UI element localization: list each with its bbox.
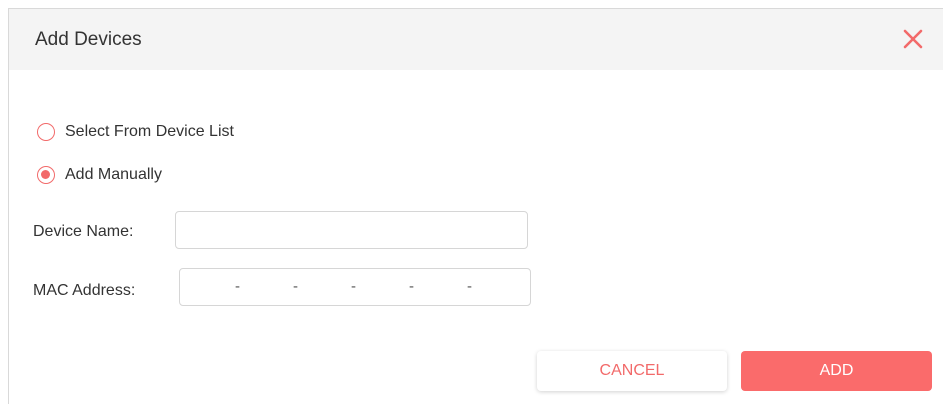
mac-separator: - xyxy=(235,278,240,295)
mac-separator: - xyxy=(467,278,472,295)
mac-separator: - xyxy=(293,278,298,295)
mac-segment-3[interactable] xyxy=(302,269,342,305)
radio-label-add-manually: Add Manually xyxy=(65,166,162,183)
mac-separator: - xyxy=(409,278,414,295)
device-name-label: Device Name: xyxy=(33,223,134,240)
cancel-button[interactable]: CANCEL xyxy=(537,351,727,391)
dialog-title: Add Devices xyxy=(35,29,142,50)
close-button[interactable] xyxy=(901,27,925,51)
radio-add-manually[interactable]: Add Manually xyxy=(37,163,162,187)
add-button[interactable]: ADD xyxy=(741,351,932,391)
add-devices-dialog: Add Devices Select From Device List Add … xyxy=(8,8,943,404)
mac-segment-4[interactable] xyxy=(360,269,400,305)
mac-address-input: - - - - - xyxy=(179,268,531,306)
mac-segment-6[interactable] xyxy=(476,269,516,305)
dialog-header: Add Devices xyxy=(9,9,943,70)
radio-circle-icon[interactable] xyxy=(37,123,55,141)
mac-segment-1[interactable] xyxy=(186,269,226,305)
mac-separator: - xyxy=(351,278,356,295)
mac-segment-2[interactable] xyxy=(244,269,284,305)
mac-segment-5[interactable] xyxy=(418,269,458,305)
mac-address-label: MAC Address: xyxy=(33,282,136,299)
radio-label-select-from-list: Select From Device List xyxy=(65,123,234,140)
radio-checked-icon[interactable] xyxy=(37,166,55,184)
radio-select-from-list[interactable]: Select From Device List xyxy=(37,120,234,144)
device-name-input[interactable] xyxy=(175,211,528,249)
close-icon xyxy=(903,29,923,49)
